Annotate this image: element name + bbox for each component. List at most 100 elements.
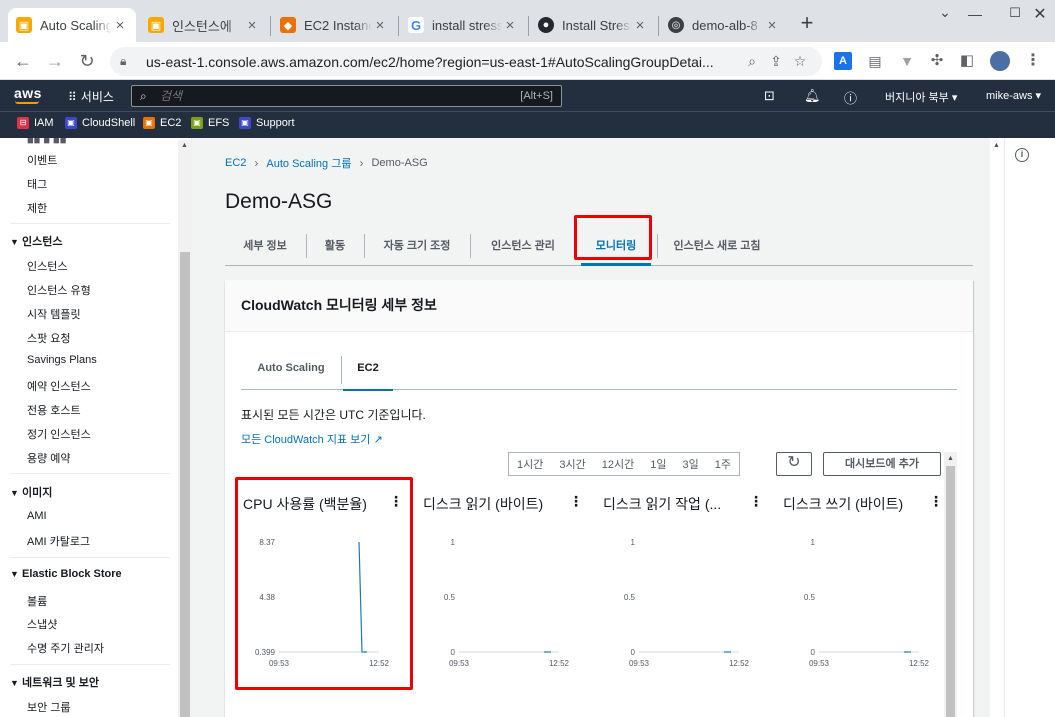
sidebar-item-security-groups[interactable]: 보안 그룹 [27,699,71,715]
bookmark-star-icon[interactable]: ☆ [788,53,812,70]
close-icon[interactable]: × [632,17,648,34]
new-tab-button[interactable]: + [795,12,819,36]
browser-tab[interactable]: ● Install Stress × [530,8,656,42]
sidebar-scrollbar[interactable]: ▲ [178,140,192,717]
help-icon[interactable]: ⓘ [844,88,857,107]
sidebar-section-network-security[interactable]: ▼ 네트워크 및 보안 [10,674,99,690]
sidebar-section-instances[interactable]: ▼ 인스턴스 [10,233,62,249]
browser-tab[interactable]: ◎ demo-alb-8 × [660,8,788,42]
browser-tab[interactable]: ◆ EC2 Instanc × [272,8,396,42]
notifications-bell-icon[interactable]: 🔔︎ [804,88,821,104]
sidebar-item-lifecycle-manager[interactable]: 수명 주기 관리자 [27,640,104,656]
aws-logo[interactable]: aws [14,85,42,101]
sidebar-item-savings-plans[interactable]: Savings Plans [27,354,97,366]
tab-instance-management[interactable]: 인스턴스 관리 [471,234,575,258]
widget-menu-icon[interactable]: ⋮ [749,493,763,510]
sidebar-item-partial[interactable]: ■■ ■ ■■ [27,138,66,147]
browser-menu-icon[interactable]: ⋮ [1024,52,1042,70]
sidebar-item-tags[interactable]: 태그 [27,176,47,192]
sidebar-item-scheduled-instances[interactable]: 정기 인스턴스 [27,426,91,442]
extension-icon[interactable]: ▤ [866,52,884,70]
sidebar-item-spot-requests[interactable]: 스팟 요청 [27,330,71,346]
search-input[interactable] [160,89,521,103]
sidebar-item-ami-catalog[interactable]: AMI 카탈로그 [27,533,90,549]
share-icon[interactable]: ⇪ [764,53,788,70]
range-3h[interactable]: 3시간 [551,456,593,472]
widget-menu-icon[interactable]: ⋮ [929,493,943,510]
range-1d[interactable]: 1일 [642,456,674,472]
close-icon[interactable]: × [112,17,128,34]
console-search[interactable]: ⌕ [Alt+S] [131,85,562,107]
tab-activity[interactable]: 활동 [307,234,363,258]
chart-title: 디스크 읽기 작업 (... [603,496,722,512]
sidebar-item-instances[interactable]: 인스턴스 [27,258,67,274]
sidebar-item-ami[interactable]: AMI [27,510,47,522]
favorite-ec2[interactable]: ▣ EC2 [143,117,181,129]
side-panel-icon[interactable]: ◧ [958,52,976,70]
favorite-support[interactable]: ▣ Support [239,117,295,129]
reload-icon[interactable]: ↻ [76,50,98,72]
range-12h[interactable]: 12시간 [594,456,642,472]
tab-instance-refresh[interactable]: 인스턴스 새로 고침 [661,234,773,258]
subtab-ec2[interactable]: EC2 [343,354,393,391]
account-menu[interactable]: mike-aws ▾ [986,89,1041,102]
browser-tab[interactable]: G install stress × [400,8,526,42]
profile-avatar[interactable] [990,51,1010,71]
favorite-efs[interactable]: ▣ EFS [191,117,229,129]
back-arrow-icon[interactable]: ← [12,50,34,72]
scrollbar-thumb[interactable] [180,252,190,717]
sidebar-item-volumes[interactable]: 볼륨 [27,593,47,609]
minimize-button[interactable]: — [960,6,990,22]
browser-toolbar: ← → ↻ 🔒︎ us-east-1.console.aws.amazon.co… [0,42,1055,80]
services-menu[interactable]: ⠿ 서비스 [68,88,114,105]
sidebar-item-dedicated-hosts[interactable]: 전용 호스트 [27,402,81,418]
vpn-extension-icon[interactable]: ▼ [898,52,916,70]
info-icon[interactable]: i [1015,148,1029,162]
close-icon[interactable]: × [372,17,388,34]
sidebar-section-ebs[interactable]: ▼ Elastic Block Store [10,568,122,580]
browser-tab[interactable]: ▣ Auto Scaling × [8,8,136,42]
close-icon[interactable]: × [502,17,518,34]
address-bar[interactable]: 🔒︎ us-east-1.console.aws.amazon.com/ec2/… [110,47,822,76]
forward-arrow-icon[interactable]: → [44,50,66,72]
scroll-up-icon[interactable]: ▲ [993,142,1000,149]
lock-icon[interactable]: 🔒︎ [120,54,136,69]
tab-details[interactable]: 세부 정보 [225,234,305,258]
range-1w[interactable]: 1주 [707,456,739,472]
sidebar-item-capacity-reservations[interactable]: 용량 예약 [27,450,71,466]
refresh-button[interactable]: ↻ [776,452,812,476]
region-selector[interactable]: 버지니아 북부 ▾ [885,89,957,105]
cloudshell-icon[interactable]: ⊡ [764,88,775,104]
close-icon[interactable]: × [764,17,780,34]
widget-menu-icon[interactable]: ⋮ [569,493,583,510]
favorite-iam[interactable]: ⊟ IAM [17,117,54,129]
sidebar-item-launch-templates[interactable]: 시작 템플릿 [27,306,81,322]
range-3d[interactable]: 3일 [674,456,706,472]
scroll-up-icon[interactable]: ▲ [947,455,954,462]
breadcrumb-ec2[interactable]: EC2 [225,157,246,169]
breadcrumb-auto-scaling-groups[interactable]: Auto Scaling 그룹 [266,155,351,171]
close-icon[interactable]: × [244,17,260,34]
sidebar-item-snapshots[interactable]: 스냅샷 [27,616,57,632]
sidebar-item-reserved-instances[interactable]: 예약 인스턴스 [27,378,91,394]
sidebar-item-limits[interactable]: 제한 [27,200,47,216]
cloudwatch-metrics-link[interactable]: 모든 CloudWatch 지표 보기 ↗ [241,431,383,447]
range-1h[interactable]: 1시간 [509,456,551,472]
left-sidebar: ■■ ■ ■■ 이벤트 태그 제한 ▼ 인스턴스 인스턴스 인스턴스 유형 시작 … [0,138,192,717]
sidebar-item-instance-types[interactable]: 인스턴스 유형 [27,282,91,298]
add-to-dashboard-button[interactable]: 대시보드에 추가 [823,452,941,476]
chart-svg: 1 0.5 0 09:53 12:52 [444,538,570,668]
favorite-cloudshell[interactable]: ▣ CloudShell [65,117,135,129]
tab-search-icon[interactable]: ⌄ [930,4,960,21]
sidebar-item-events[interactable]: 이벤트 [27,152,57,168]
sidebar-section-images[interactable]: ▼ 이미지 [10,484,52,500]
main-scrollbar[interactable]: ▲ [990,138,1004,717]
close-window-button[interactable]: ✕ [1025,4,1055,24]
extensions-puzzle-icon[interactable]: ✣ [928,52,946,70]
translate-extension-icon[interactable]: A [834,52,852,70]
tab-automatic-scaling[interactable]: 자동 크기 조정 [365,234,469,258]
zoom-icon[interactable]: ⌕ [740,53,764,70]
subtab-auto-scaling[interactable]: Auto Scaling [241,354,341,390]
browser-tab[interactable]: ▣ 인스턴스에 × [140,8,268,42]
scroll-up-icon[interactable]: ▲ [181,142,188,149]
